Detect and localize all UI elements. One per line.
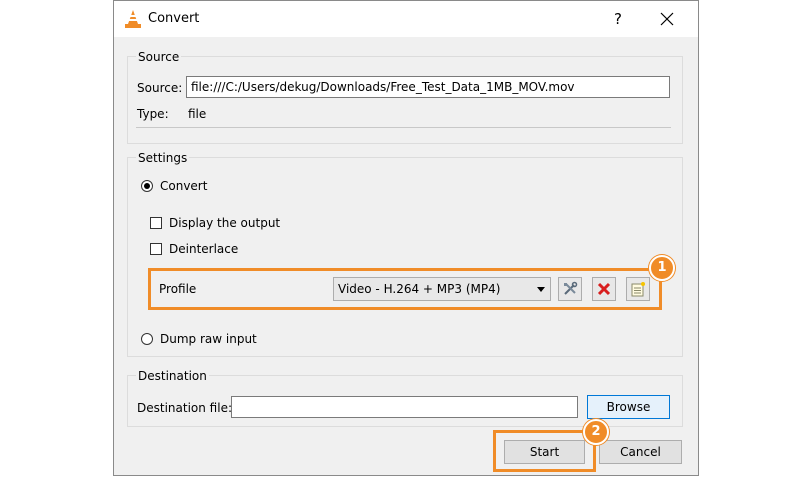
destination-file-input[interactable] xyxy=(231,396,578,418)
display-output-label: Display the output xyxy=(169,216,281,230)
start-button[interactable]: Start xyxy=(504,440,585,464)
profile-selected-value: Video - H.264 + MP3 (MP4) xyxy=(338,282,501,296)
profile-label: Profile xyxy=(159,282,197,296)
source-label: Source: xyxy=(137,81,183,95)
source-group xyxy=(127,56,683,144)
settings-group xyxy=(127,157,683,357)
profile-dropdown[interactable]: Video - H.264 + MP3 (MP4) xyxy=(333,277,551,301)
edit-profile-icon xyxy=(564,281,578,295)
convert-radio[interactable] xyxy=(141,180,153,192)
convert-label: Convert xyxy=(160,179,208,193)
cancel-button[interactable]: Cancel xyxy=(599,440,682,464)
dump-raw-label: Dump raw input xyxy=(160,332,257,346)
convert-dialog: Convert ? Source Source: file:///C:/User… xyxy=(113,0,699,476)
settings-group-title: Settings xyxy=(136,151,190,165)
type-label: Type: xyxy=(137,107,169,121)
destination-file-label: Destination file: xyxy=(137,401,232,415)
delete-profile-button[interactable] xyxy=(592,277,616,301)
deinterlace-checkbox[interactable] xyxy=(150,243,162,255)
display-output-checkbox[interactable] xyxy=(150,217,162,229)
source-group-title: Source xyxy=(136,50,182,64)
type-value: file xyxy=(188,107,207,121)
dump-raw-radio[interactable] xyxy=(141,333,153,345)
deinterlace-label: Deinterlace xyxy=(169,242,239,256)
step-2-badge: 2 xyxy=(583,419,609,445)
new-profile-icon xyxy=(631,282,645,297)
source-field[interactable]: file:///C:/Users/dekug/Downloads/Free_Te… xyxy=(186,76,670,98)
new-profile-button[interactable] xyxy=(626,277,650,301)
chevron-down-icon xyxy=(537,287,545,292)
help-button[interactable]: ? xyxy=(606,7,630,31)
vlc-cone-icon xyxy=(125,10,141,28)
edit-profile-button[interactable] xyxy=(558,277,582,301)
title-bar: Convert ? xyxy=(114,1,698,37)
close-icon[interactable] xyxy=(655,7,679,31)
delete-profile-icon xyxy=(597,282,611,296)
browse-button[interactable]: Browse xyxy=(587,395,670,419)
window-title: Convert xyxy=(148,11,200,26)
step-1-badge: 1 xyxy=(649,255,675,281)
source-divider xyxy=(136,127,671,128)
destination-group-title: Destination xyxy=(136,369,209,383)
